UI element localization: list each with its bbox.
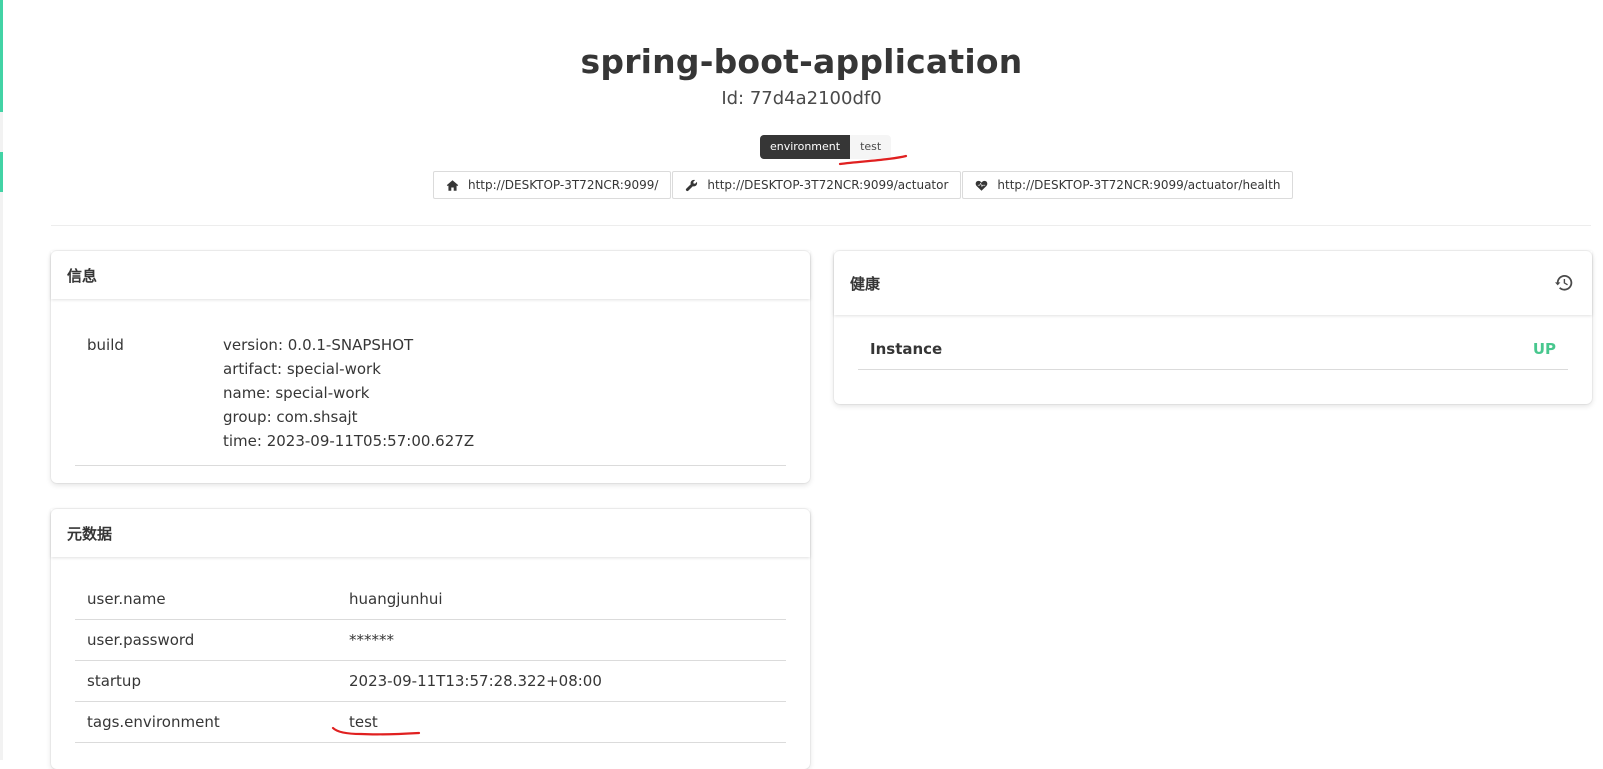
tag-list: environment test [760, 135, 892, 159]
home-icon [446, 179, 459, 191]
info-card: 信息 build version: 0.0.1-SNAPSHOT artifac… [51, 251, 810, 483]
build-version: version: 0.0.1-SNAPSHOT [223, 336, 414, 354]
left-accent-bar [0, 152, 3, 192]
tag-key: environment [760, 135, 851, 159]
metadata-value: huangjunhui [349, 590, 443, 608]
health-card-title: 健康 [850, 274, 881, 293]
heartbeat-icon [976, 180, 988, 191]
metadata-card-title: 元数据 [51, 509, 810, 557]
link-buttons: http://DESKTOP-3T72NCR:9099/ http://DESK… [433, 171, 1294, 199]
health-name: Instance [870, 340, 943, 358]
table-row: tags.environment test [75, 702, 786, 743]
metadata-value: ****** [349, 631, 394, 649]
build-time: time: 2023-09-11T05:57:00.627Z [223, 432, 475, 450]
build-artifact: artifact: special-work [223, 360, 381, 378]
history-icon[interactable] [1554, 273, 1574, 293]
header-divider [51, 225, 1591, 226]
health-card: 健康 Instance UP [834, 251, 1592, 404]
health-link-button[interactable]: http://DESKTOP-3T72NCR:9099/actuator/hea… [962, 171, 1294, 199]
info-values: version: 0.0.1-SNAPSHOT artifact: specia… [223, 333, 474, 453]
health-card-header: 健康 [834, 251, 1592, 315]
metadata-key: startup [87, 672, 141, 690]
actuator-link-button[interactable]: http://DESKTOP-3T72NCR:9099/actuator [672, 171, 962, 199]
metadata-value: test [349, 713, 378, 731]
metadata-key: user.password [87, 631, 195, 649]
tag-value: test [850, 135, 892, 159]
build-name: name: special-work [223, 384, 370, 402]
table-row: startup 2023-09-11T13:57:28.322+08:00 [75, 661, 786, 702]
actuator-link-label: http://DESKTOP-3T72NCR:9099/actuator [707, 178, 949, 192]
metadata-key: tags.environment [87, 713, 220, 731]
info-key: build [87, 336, 124, 354]
metadata-key: user.name [87, 590, 166, 608]
health-row-instance[interactable]: Instance UP [858, 329, 1568, 370]
wrench-icon [686, 179, 698, 191]
metadata-card: 元数据 user.name huangjunhui user.password … [51, 509, 810, 769]
status-badge: UP [1532, 340, 1556, 358]
table-row: user.password ****** [75, 620, 786, 661]
home-link-button[interactable]: http://DESKTOP-3T72NCR:9099/ [433, 171, 672, 199]
metadata-value: 2023-09-11T13:57:28.322+08:00 [349, 672, 602, 690]
build-group: group: com.shsajt [223, 408, 358, 426]
page-title: spring-boot-application [580, 42, 1023, 81]
health-link-label: http://DESKTOP-3T72NCR:9099/actuator/hea… [997, 178, 1281, 192]
table-row: user.name huangjunhui [75, 579, 786, 620]
info-row-build: build version: 0.0.1-SNAPSHOT artifact: … [75, 321, 786, 466]
instance-id: Id: 77d4a2100df0 [721, 88, 882, 109]
home-link-label: http://DESKTOP-3T72NCR:9099/ [468, 178, 659, 192]
info-card-title: 信息 [51, 251, 810, 299]
left-edge-strip [0, 0, 3, 760]
